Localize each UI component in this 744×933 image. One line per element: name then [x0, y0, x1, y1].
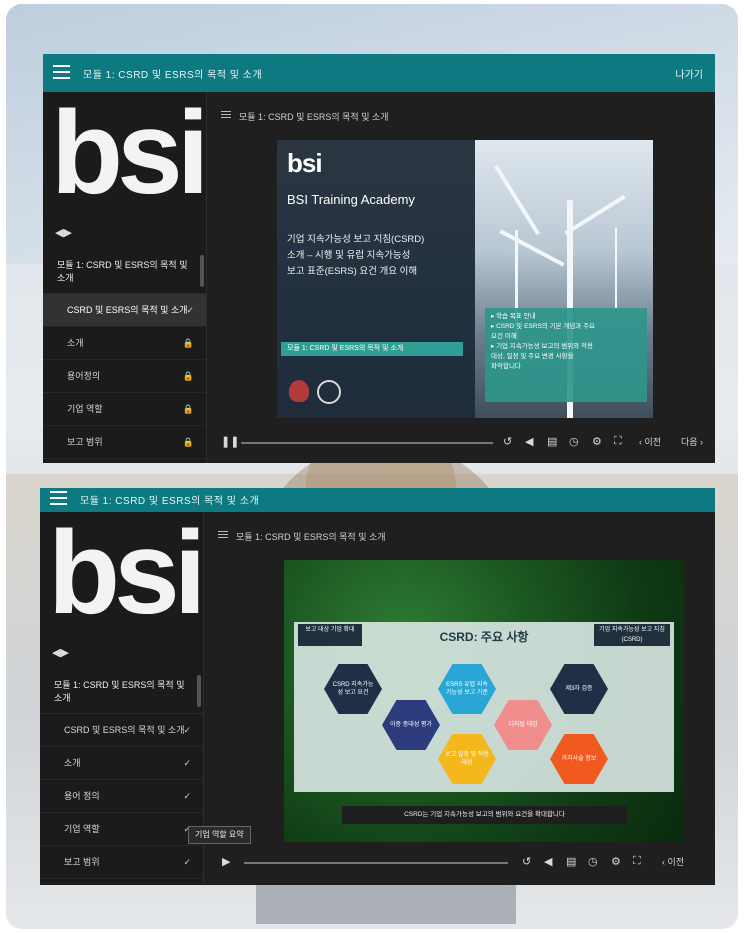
lesson-content: 모듈 1: CSRD 및 ESRS의 목적 및 소개 CSRD: 주요 사항 보… — [204, 512, 715, 885]
scrollbar-thumb[interactable] — [197, 675, 201, 707]
slide-objectives-box: ▸ 학습 목표 안내 ▸ CSRD 및 ESRS의 기본 개념과 주요 요건 이… — [485, 308, 647, 402]
hex-item: 이중 중대성 평가 — [382, 700, 440, 750]
check-icon: ✓ — [183, 791, 191, 801]
speed-icon[interactable]: ◷ — [569, 435, 579, 448]
captions-icon[interactable]: ▤ — [566, 855, 576, 868]
lock-icon: 🔒 — [182, 404, 194, 414]
seal-icon — [317, 380, 341, 404]
check-icon: ✓ — [183, 758, 191, 768]
check-icon: ✓ — [183, 725, 191, 735]
hex-item: ESRS 유럽 지속가능성 보고 기준 — [438, 664, 496, 714]
settings-icon[interactable]: ⚙ — [611, 855, 621, 868]
prev-button[interactable]: ‹ 이전 — [639, 435, 661, 448]
hex-item: 보고 일정 및 적용 대상 — [438, 734, 496, 784]
playback-controls: ▶ ↺ ◀ ▤ ◷ ⚙ ⛶ ‹ 이전 — [204, 849, 715, 877]
slide-module-tag: 모듈 1: CSRD 및 ESRS의 목적 및 소개 — [281, 342, 463, 356]
volume-icon[interactable]: ◀ — [544, 855, 552, 868]
course-title: 모듈 1: CSRD 및 ESRS의 목적 및 소개 — [83, 70, 263, 81]
slide-caption: CSRD는 기업 지속가능성 보고의 범위와 요건을 확대합니다 — [342, 806, 627, 824]
slide-key-points: CSRD: 주요 사항 보고 대상 기업 확대 기업 지속가능성 보고 지침(C… — [284, 560, 684, 842]
hex-item: 제3자 검증 — [550, 664, 608, 714]
hex-item: 가치사슬 정보 — [550, 734, 608, 784]
check-icon: ✓ — [186, 305, 194, 315]
fullscreen-icon[interactable]: ⛶ — [614, 435, 622, 448]
replay-icon[interactable]: ↺ — [503, 435, 512, 448]
course-title: 모듈 1: CSRD 및 ESRS의 목적 및 소개 — [80, 496, 260, 507]
pause-button[interactable]: ❚❚ — [221, 435, 239, 448]
sidebar-module-title[interactable]: 모듈 1: CSRD 및 ESRS의 목적 및 소개 — [43, 255, 206, 294]
fullscreen-icon[interactable]: ⛶ — [633, 855, 641, 868]
course-player-window-1: 모듈 1: CSRD 및 ESRS의 목적 및 소개 나가기 bsi ◀▶ 모듈… — [43, 54, 715, 463]
menu-icon[interactable] — [53, 65, 70, 79]
course-sidebar: bsi ◀▶ 모듈 1: CSRD 및 ESRS의 목적 및 소개 CSRD 및… — [40, 507, 207, 885]
sidebar-lesson-item[interactable]: CSRD 및 ESRS의 목적 및 소개 ✓ — [43, 294, 206, 327]
bsi-logo: bsi — [51, 87, 210, 219]
info-box-left: 보고 대상 기업 확대 — [298, 624, 362, 646]
lesson-heading: 모듈 1: CSRD 및 ESRS의 목적 및 소개 — [221, 110, 389, 123]
slide-course-title: 기업 지속가능성 보고 지침(CSRD) 소개 – 시행 및 유럽 지속가능성 … — [287, 234, 425, 277]
play-button[interactable]: ▶ — [222, 855, 230, 868]
playback-controls: ❚❚ ↺ ◀ ▤ ◷ ⚙ ⛶ ‹ 이전 다음 › — [207, 429, 715, 457]
volume-icon[interactable]: ◀ — [525, 435, 533, 448]
key-points-panel: CSRD: 주요 사항 보고 대상 기업 확대 기업 지속가능성 보고 지침(C… — [294, 622, 674, 792]
sidebar-lesson-item[interactable]: CSRD 및 ESRS의 목적 및 소개 ✓ — [40, 714, 203, 747]
slide-bsi-logo: bsi — [287, 148, 323, 178]
hex-item: 디지털 태깅 — [494, 700, 552, 750]
sidebar-lesson-item[interactable]: 보고 범위 ✓ — [40, 846, 203, 879]
speed-icon[interactable]: ◷ — [588, 855, 598, 868]
lock-icon: 🔒 — [182, 371, 194, 381]
sidebar-lesson-item[interactable]: 소개 ✓ — [40, 747, 203, 780]
sidebar-lesson-item[interactable]: 소개 🔒 — [43, 327, 206, 360]
progress-bar[interactable] — [241, 442, 493, 444]
settings-icon[interactable]: ⚙ — [592, 435, 602, 448]
sidebar-lesson-item[interactable]: 용어정의 🔒 — [43, 360, 206, 393]
menu-icon[interactable] — [50, 491, 67, 505]
replay-icon[interactable]: ↺ — [522, 855, 531, 868]
bsi-logo: bsi — [48, 507, 207, 639]
course-player-window-2: 모듈 1: CSRD 및 ESRS의 목적 및 소개 bsi ◀▶ 모듈 1: … — [40, 488, 715, 885]
lesson-content: 모듈 1: CSRD 및 ESRS의 목적 및 소개 bsi BSI Train… — [207, 92, 715, 463]
lesson-heading: 모듈 1: CSRD 및 ESRS의 목적 및 소개 — [218, 530, 386, 543]
scrollbar-thumb[interactable] — [200, 255, 204, 287]
sidebar-lesson-item[interactable]: 용어 정의 ✓ — [40, 780, 203, 813]
exit-button[interactable]: 나가기 — [675, 66, 703, 81]
audio-toggle-icon[interactable]: ◀▶ — [55, 226, 206, 239]
sidebar-module-title[interactable]: 모듈 1: CSRD 및 ESRS의 목적 및 소개 — [40, 675, 203, 714]
hex-item: CSRD 지속가능성 보고 요건 — [324, 664, 382, 714]
next-button[interactable]: 다음 › — [681, 435, 703, 448]
course-sidebar: bsi ◀▶ 모듈 1: CSRD 및 ESRS의 목적 및 소개 CSRD 및… — [43, 87, 210, 463]
outline-toggle-icon[interactable] — [218, 531, 228, 540]
check-icon: ✓ — [183, 857, 191, 867]
slide-academy-name: BSI Training Academy — [287, 192, 415, 207]
sidebar-lesson-item[interactable]: 보고 범위 🔒 — [43, 426, 206, 459]
prev-button[interactable]: ‹ 이전 — [662, 855, 684, 868]
slide-title: bsi BSI Training Academy 기업 지속가능성 보고 지침(… — [277, 140, 653, 418]
sidebar-lesson-item[interactable]: 기업 역할 ✓ — [40, 813, 203, 846]
lock-icon: 🔒 — [182, 338, 194, 348]
crest-icon — [289, 380, 309, 402]
info-box-right: 기업 지속가능성 보고 지침(CSRD) — [594, 624, 670, 646]
progress-bar[interactable] — [244, 862, 508, 864]
lock-icon: 🔒 — [182, 437, 194, 447]
captions-icon[interactable]: ▤ — [547, 435, 557, 448]
audio-toggle-icon[interactable]: ◀▶ — [52, 646, 203, 659]
sidebar-lesson-item[interactable]: 기업 역할 🔒 — [43, 393, 206, 426]
outline-toggle-icon[interactable] — [221, 111, 231, 120]
